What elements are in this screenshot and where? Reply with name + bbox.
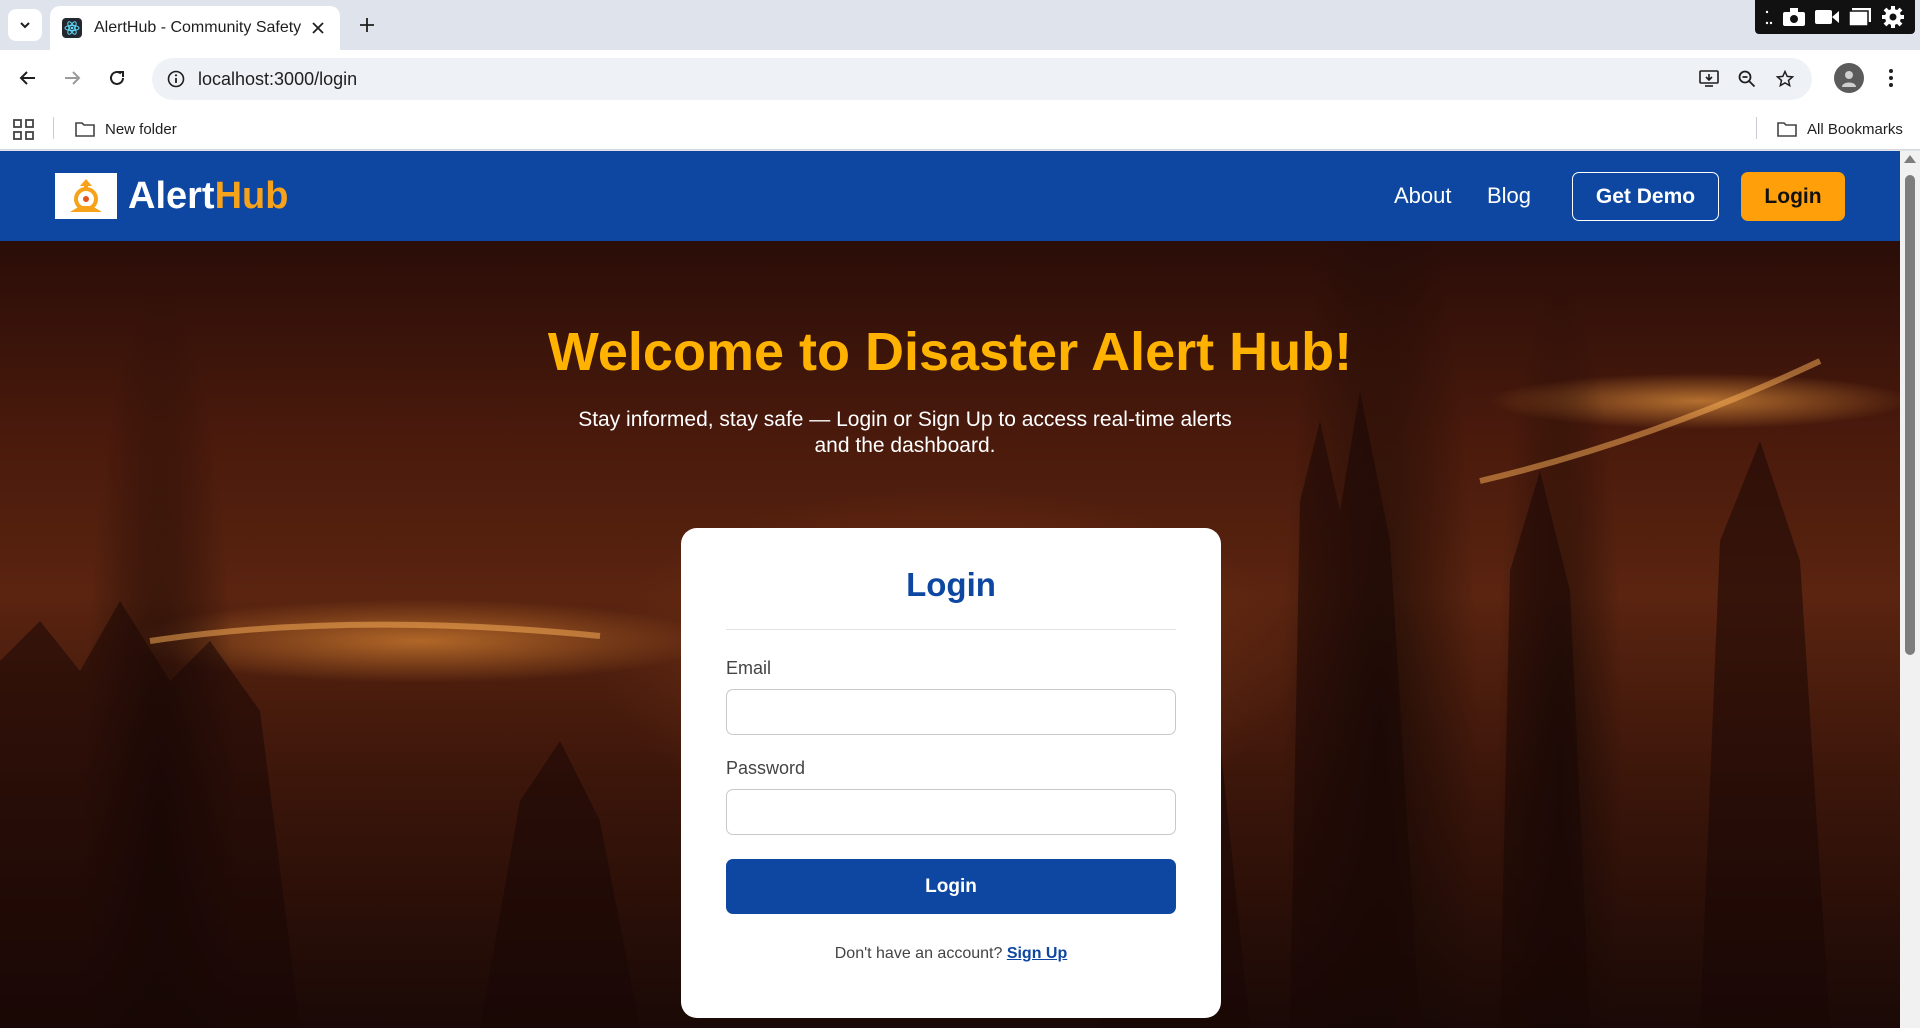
bookmark-label: All Bookmarks [1807, 120, 1903, 138]
page-scrollbar[interactable] [1900, 151, 1920, 1028]
avatar-icon [1842, 71, 1856, 87]
chevron-down-icon [20, 22, 30, 29]
url-text: localhost:3000/login [198, 68, 358, 89]
camera-icon[interactable] [1782, 7, 1806, 27]
apps-grid-icon[interactable] [12, 118, 36, 142]
login-card-title: Login [906, 566, 996, 603]
bookmark-new-folder[interactable]: New folder [75, 114, 177, 144]
forward-button[interactable] [56, 62, 88, 94]
hero-section: Welcome to Disaster Alert Hub! Stay info… [0, 241, 1900, 1028]
alert-siren-icon [70, 179, 102, 212]
bookmark-all-bookmarks[interactable]: All Bookmarks [1777, 114, 1903, 144]
browser-tab-strip: AlertHub - Community Safety [0, 0, 1920, 50]
login-submit-button[interactable]: Login [726, 859, 1176, 914]
reload-icon [110, 70, 124, 85]
react-icon [62, 18, 82, 38]
reload-button[interactable] [101, 62, 133, 94]
capture-toolbar [1755, 0, 1915, 34]
new-tab-button[interactable] [352, 10, 382, 40]
hero-subtitle: Stay informed, stay safe — Login or Sign… [578, 408, 1232, 457]
window-icon[interactable] [1848, 7, 1872, 27]
signup-prompt-line: Don't have an account? Sign Up [681, 945, 1221, 963]
scrollbar-thumb[interactable] [1905, 175, 1915, 655]
browser-tab[interactable]: AlertHub - Community Safety [50, 6, 340, 50]
bookmark-divider [1756, 117, 1757, 139]
nav-link-about[interactable]: About [1394, 179, 1452, 213]
hero-title: Welcome to Disaster Alert Hub! [547, 322, 1353, 382]
browser-menu-button[interactable] [1876, 63, 1906, 93]
logo-text-hub: Hub [214, 175, 289, 217]
profile-avatar[interactable] [1834, 63, 1864, 93]
arrow-right-icon [65, 71, 81, 85]
tab-search-button[interactable] [8, 9, 42, 41]
bookmark-divider [53, 117, 54, 139]
arrow-left-icon [19, 71, 35, 85]
close-icon[interactable] [308, 18, 328, 38]
bookmark-star-icon[interactable] [1766, 60, 1804, 98]
back-button[interactable] [12, 62, 44, 94]
more-vertical-icon [1889, 69, 1893, 87]
more-icon [1765, 10, 1773, 25]
email-label: Email [726, 658, 772, 678]
login-card: Login Email Password Login Don't have an… [681, 528, 1221, 1018]
bookmarks-bar: New folder All Bookmarks [0, 108, 1920, 150]
scroll-up-arrow-icon[interactable] [1904, 155, 1916, 163]
gear-icon[interactable] [1881, 5, 1905, 29]
signup-link[interactable]: Sign Up [1007, 945, 1067, 962]
card-divider [726, 629, 1176, 630]
site-header: AlertHub About Blog Get Demo Login [0, 151, 1900, 241]
folder-icon [75, 122, 95, 137]
header-login-button[interactable]: Login [1741, 172, 1845, 221]
nav-link-blog[interactable]: Blog [1487, 179, 1531, 213]
browser-toolbar: localhost:3000/login [0, 50, 1920, 108]
video-icon[interactable] [1814, 8, 1840, 26]
zoom-icon[interactable] [1728, 60, 1766, 98]
page-viewport: AlertHub About Blog Get Demo Login Welco… [0, 151, 1900, 1028]
address-bar[interactable]: localhost:3000/login [152, 58, 1812, 100]
logo-text-alert: Alert [128, 175, 215, 217]
site-info-icon[interactable] [160, 63, 192, 95]
password-label: Password [726, 758, 806, 778]
plus-icon [360, 18, 374, 32]
get-demo-button[interactable]: Get Demo [1572, 172, 1719, 221]
install-app-icon[interactable] [1690, 60, 1728, 98]
email-field[interactable] [726, 689, 1176, 735]
tab-title: AlertHub - Community Safety [94, 19, 302, 36]
alerthub-logo[interactable] [55, 173, 117, 219]
bookmark-label: New folder [105, 120, 177, 138]
logo-wordmark[interactable]: AlertHub [128, 171, 288, 221]
signup-prompt-text: Don't have an account? [834, 945, 1003, 962]
folder-icon [1777, 122, 1797, 137]
password-field[interactable] [726, 789, 1176, 835]
